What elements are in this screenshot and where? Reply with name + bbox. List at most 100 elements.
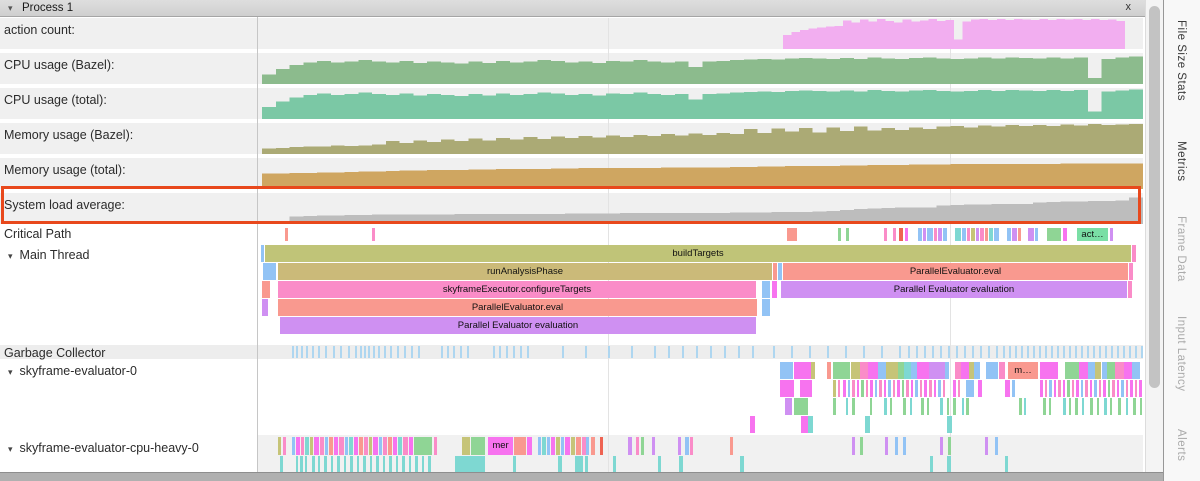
trace-slice[interactable] [690, 437, 693, 455]
gc-tick[interactable] [312, 346, 314, 358]
trace-slice[interactable] [857, 380, 859, 397]
trace-slice[interactable] [976, 228, 979, 241]
trace-slice[interactable] [628, 437, 632, 455]
trace-slice[interactable] [1090, 380, 1092, 397]
trace-slice[interactable] [852, 380, 855, 397]
gc-tick[interactable] [360, 346, 362, 358]
trace-slice[interactable] [547, 437, 550, 455]
trace-slice[interactable] [586, 437, 589, 455]
counter-chart-mem-total[interactable] [0, 158, 1145, 189]
trace-slice[interactable] [1005, 380, 1010, 397]
gc-tick[interactable] [924, 346, 926, 358]
trace-slice[interactable] [1054, 380, 1056, 397]
trace-slice[interactable] [1095, 362, 1101, 379]
trace-slice[interactable] [953, 398, 956, 415]
gc-tick[interactable] [390, 346, 392, 358]
trace-slice[interactable] [961, 362, 969, 379]
gc-tick[interactable] [1015, 346, 1017, 358]
gc-tick[interactable] [1003, 346, 1005, 358]
trace-slice[interactable] [1140, 398, 1142, 415]
trace-slice[interactable] [929, 380, 932, 397]
trace-slice[interactable] [750, 416, 755, 433]
trace-slice[interactable] [1110, 228, 1113, 241]
trace-slice[interactable] [955, 228, 961, 241]
trace-slice[interactable] [833, 398, 836, 415]
gc-tick[interactable] [301, 346, 303, 358]
gc-tick[interactable] [668, 346, 670, 358]
trace-slice[interactable] [893, 380, 895, 397]
trace-slice[interactable] [571, 437, 575, 455]
trace-slice[interactable] [879, 380, 882, 397]
gc-tick[interactable] [378, 346, 380, 358]
gc-tick[interactable] [1069, 346, 1071, 358]
gc-tick[interactable] [513, 346, 515, 358]
trace-slice[interactable] [1072, 380, 1074, 397]
trace-slice[interactable] [868, 362, 878, 379]
trace-slice[interactable] [370, 456, 372, 472]
trace-slice[interactable] [1067, 380, 1070, 397]
trace-slice[interactable] [940, 437, 943, 455]
trace-slice[interactable] [1047, 228, 1061, 241]
gc-tick[interactable] [948, 346, 950, 358]
trace-slice[interactable] [344, 456, 346, 472]
trace-slice-labeled[interactable]: Parallel Evaluator evaluation [781, 281, 1127, 298]
trace-slice[interactable] [762, 299, 770, 316]
trace-slice[interactable] [285, 228, 288, 241]
trace-slice[interactable] [1019, 398, 1022, 415]
gc-tick[interactable] [1063, 346, 1065, 358]
gc-tick[interactable] [368, 346, 370, 358]
trace-slice[interactable] [513, 456, 516, 472]
trace-slice[interactable] [422, 456, 424, 472]
trace-slice[interactable] [1124, 362, 1132, 379]
trace-slice[interactable] [591, 437, 595, 455]
trace-slice[interactable] [359, 437, 363, 455]
trace-slice[interactable] [1121, 380, 1124, 397]
trace-slice[interactable] [794, 362, 811, 379]
trace-slice[interactable] [1075, 398, 1078, 415]
trace-slice[interactable] [943, 228, 947, 241]
gc-tick[interactable] [710, 346, 712, 358]
trace-slice[interactable] [838, 228, 841, 241]
trace-slice[interactable] [917, 362, 929, 379]
gc-tick[interactable] [292, 346, 294, 358]
trace-slice[interactable] [357, 456, 359, 472]
gc-tick[interactable] [1087, 346, 1089, 358]
trace-slice[interactable] [345, 437, 348, 455]
gc-tick[interactable] [1105, 346, 1107, 358]
trace-slice[interactable] [861, 380, 864, 397]
gc-tick[interactable] [1129, 346, 1131, 358]
trace-slice[interactable] [364, 437, 368, 455]
gc-tick[interactable] [520, 346, 522, 358]
trace-slice[interactable] [794, 398, 808, 415]
gc-tick[interactable] [1099, 346, 1101, 358]
trace-slice[interactable] [613, 456, 616, 472]
trace-slice[interactable] [641, 437, 644, 455]
gc-tick[interactable] [441, 346, 443, 358]
trace-slice[interactable] [1126, 380, 1128, 397]
trace-slice[interactable] [301, 437, 304, 455]
trace-slice[interactable] [1012, 228, 1017, 241]
trace-slice[interactable] [372, 228, 375, 241]
gc-tick[interactable] [980, 346, 982, 358]
thread-main-thread[interactable]: ▾Main Thread [8, 248, 89, 262]
gc-tick[interactable] [932, 346, 934, 358]
trace-slice[interactable] [860, 362, 868, 379]
trace-slice[interactable] [966, 380, 974, 397]
trace-slice[interactable] [1058, 380, 1061, 397]
trace-slice-labeled[interactable]: mer [488, 437, 513, 455]
gc-tick[interactable] [654, 346, 656, 358]
trace-slice[interactable] [1040, 362, 1058, 379]
trace-slice[interactable] [918, 228, 922, 241]
trace-slice[interactable] [1133, 398, 1136, 415]
trace-slice[interactable] [893, 228, 896, 241]
gc-tick[interactable] [1093, 346, 1095, 358]
gc-tick[interactable] [1009, 346, 1011, 358]
trace-slice[interactable] [409, 437, 413, 455]
trace-slice[interactable] [995, 437, 998, 455]
gc-tick[interactable] [467, 346, 469, 358]
trace-slice[interactable] [974, 362, 980, 379]
trace-slice[interactable] [989, 228, 993, 241]
collapse-arrow-icon[interactable]: ▾ [8, 367, 13, 377]
tab-metrics[interactable]: Metrics [1175, 141, 1187, 182]
gc-tick[interactable] [333, 346, 335, 358]
